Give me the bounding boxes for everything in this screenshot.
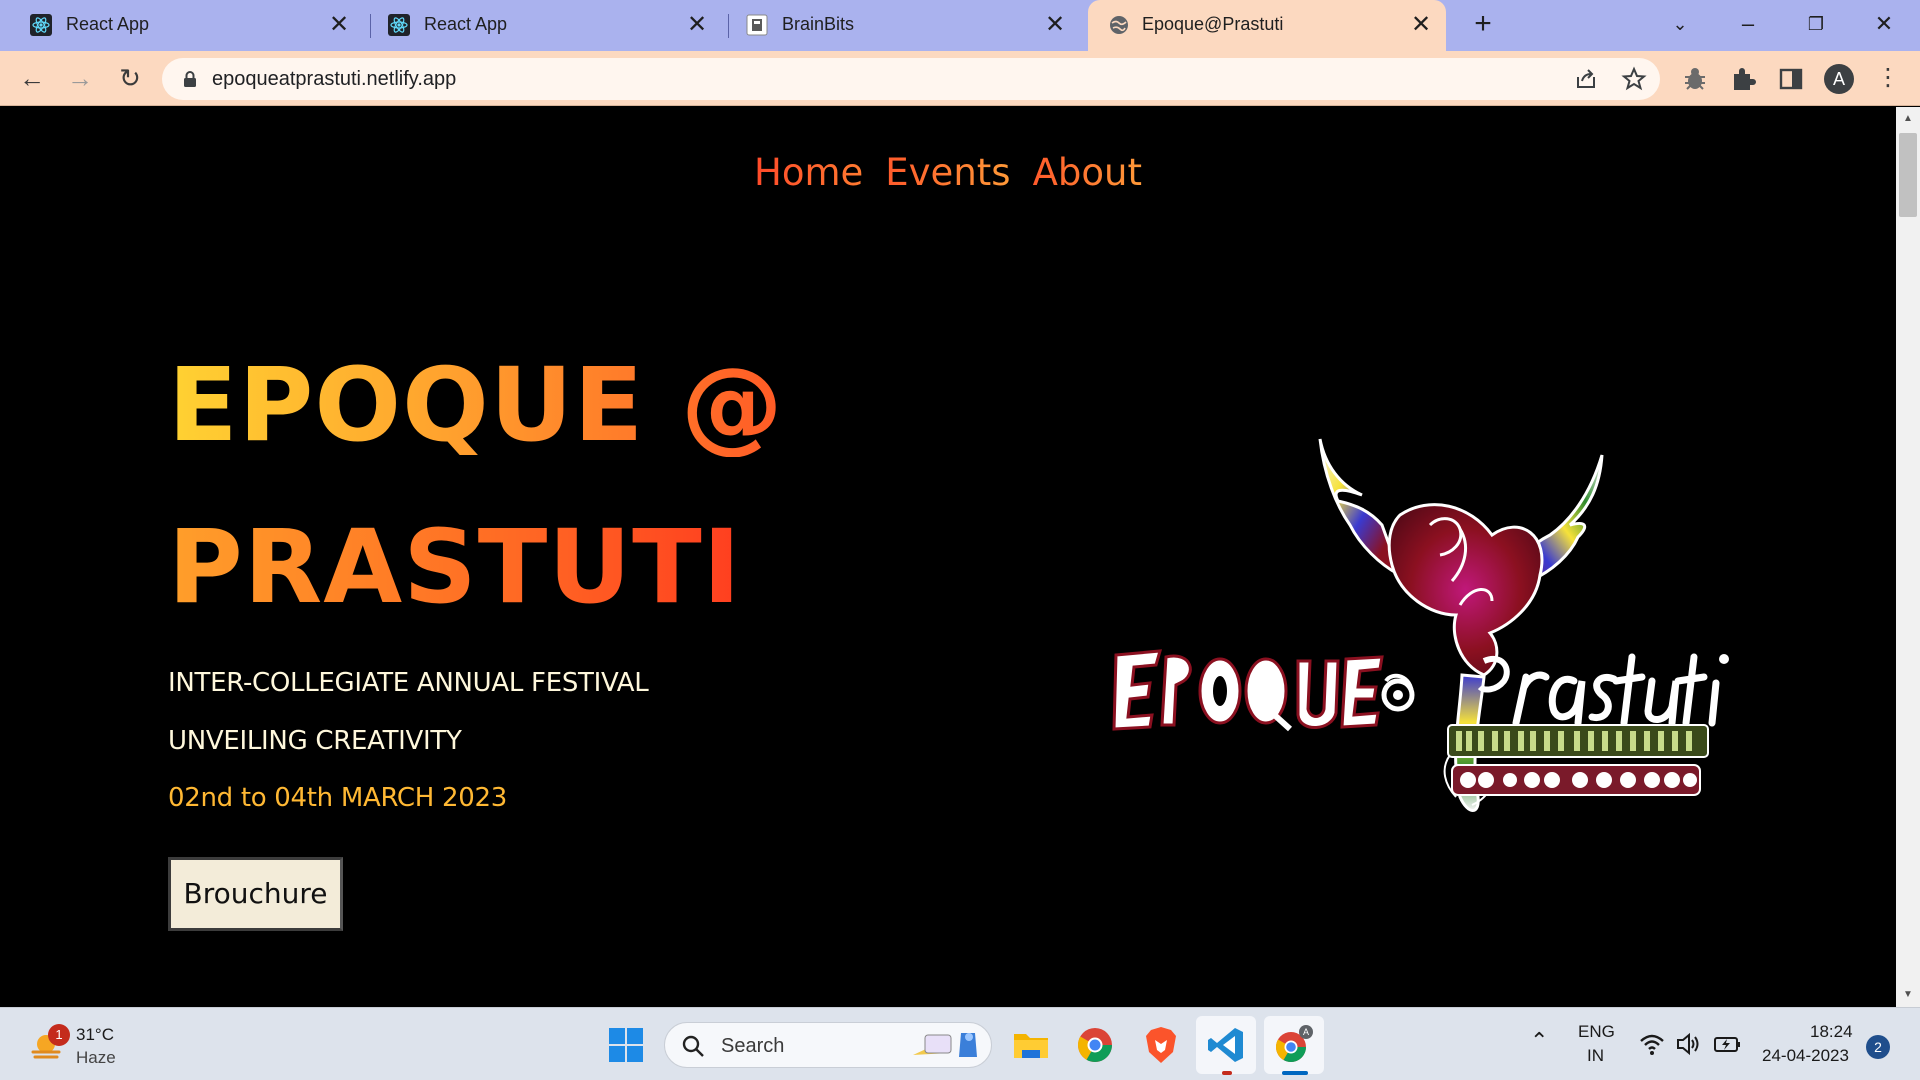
hero-title-line-1: EPOQUE @	[168, 346, 784, 465]
close-tab-icon[interactable]: ✕	[1042, 10, 1068, 40]
chrome-icon[interactable]	[1074, 1024, 1116, 1066]
tab-title: React App	[424, 14, 508, 34]
react-icon	[30, 14, 52, 36]
search-icon	[682, 1035, 704, 1057]
close-tab-icon[interactable]: ✕	[684, 10, 710, 40]
close-window-icon[interactable]: ✕	[1864, 6, 1904, 42]
nav-home-link[interactable]: Home	[754, 151, 863, 194]
close-tab-icon[interactable]: ✕	[326, 10, 352, 40]
vscode-running-indicator	[1222, 1071, 1232, 1075]
forward-icon[interactable]: →	[62, 61, 98, 97]
close-tab-icon[interactable]: ✕	[1408, 10, 1434, 40]
nav-events-link[interactable]: Events	[885, 151, 1010, 194]
site-nav: Home Events About	[0, 151, 1896, 194]
battery-charging-icon[interactable]	[1712, 1030, 1742, 1058]
start-icon[interactable]	[605, 1024, 647, 1066]
chrome-profile-icon[interactable]: A	[1272, 1024, 1314, 1066]
clock-time[interactable]: 18:24	[1810, 1022, 1853, 1042]
tab-brainbits[interactable]: BrainBits ✕	[716, 0, 1082, 51]
weather-badge: 1	[48, 1024, 70, 1046]
extensions-puzzle-icon[interactable]	[1728, 64, 1758, 94]
side-panel-icon[interactable]	[1776, 64, 1806, 94]
scroll-up-arrow-icon[interactable]: ▲	[1896, 109, 1920, 129]
profile-avatar[interactable]: A	[1824, 64, 1854, 94]
chrome-active-indicator	[1282, 1071, 1308, 1075]
page-content: Home Events About EPOQUE @ PRASTUTI INTER-…	[0, 107, 1896, 1007]
search-highlight-icon	[913, 1033, 977, 1057]
language-line-1[interactable]: ENG	[1578, 1022, 1615, 1042]
tab-title: React App	[66, 14, 150, 34]
logo-tagline-art	[1447, 724, 1709, 796]
react-icon	[388, 14, 410, 36]
lock-icon[interactable]	[180, 69, 200, 89]
restore-icon[interactable]: ❐	[1796, 6, 1836, 42]
tab-search-chevron-icon[interactable]: ⌄	[1660, 6, 1700, 42]
notification-count-badge[interactable]: 2	[1866, 1035, 1890, 1059]
new-tab-button[interactable]: +	[1466, 8, 1500, 42]
weather-temp: 31°C	[76, 1025, 114, 1044]
minimize-icon[interactable]: –	[1728, 6, 1768, 42]
tab-react-app-2[interactable]: React App ✕	[358, 0, 724, 51]
windows-taskbar: 1 31°C Haze Search A ⌃ ENG IN 18:24 24-0…	[0, 1007, 1920, 1080]
tab-epoque-prastuti[interactable]: Epoque@Prastuti ✕	[1088, 0, 1446, 51]
tray-overflow-chevron-icon[interactable]: ⌃	[1530, 1028, 1548, 1054]
nav-about-link[interactable]: About	[1033, 151, 1142, 194]
svg-text:A: A	[1303, 1027, 1309, 1037]
more-menu-icon[interactable]: ⋮	[1870, 61, 1906, 97]
share-icon[interactable]	[1572, 65, 1600, 93]
brochure-button[interactable]: Brouchure	[168, 857, 343, 931]
bug-extension-icon[interactable]	[1680, 64, 1710, 94]
festival-dates: 02nd to 04th MARCH 2023	[168, 783, 507, 813]
weather-widget[interactable]: 1 31°C Haze	[26, 1022, 166, 1068]
volume-icon[interactable]	[1674, 1030, 1702, 1058]
clock-date[interactable]: 24-04-2023	[1762, 1046, 1849, 1066]
tab-react-app-1[interactable]: React App ✕	[0, 0, 366, 51]
language-line-2[interactable]: IN	[1587, 1046, 1604, 1066]
bookmark-star-icon[interactable]	[1620, 65, 1648, 93]
back-icon[interactable]: ←	[14, 61, 50, 97]
tab-strip: React App ✕ React App ✕ BrainBits ✕ Epoq…	[0, 0, 1920, 51]
weather-condition: Haze	[76, 1048, 116, 1067]
brainbits-icon	[746, 14, 768, 36]
file-explorer-icon[interactable]	[1010, 1024, 1052, 1066]
globe-icon	[1110, 16, 1128, 34]
url-text[interactable]: epoqueatprastuti.netlify.app	[212, 68, 456, 91]
tagline: UNVEILING CREATIVITY	[168, 726, 462, 756]
tab-title: Epoque@Prastuti	[1142, 14, 1284, 34]
reload-icon[interactable]: ↻	[112, 61, 148, 97]
browser-toolbar: ← → ↻ epoqueatprastuti.netlify.app A ⋮	[0, 51, 1920, 106]
taskbar-search[interactable]: Search	[664, 1022, 992, 1068]
tab-title: BrainBits	[782, 14, 855, 34]
festival-subtitle: INTER-COLLEGIATE ANNUAL FESTIVAL	[168, 668, 649, 698]
brave-icon[interactable]	[1140, 1024, 1182, 1066]
scrollbar-thumb[interactable]	[1899, 133, 1917, 217]
epoque-prastuti-logo	[1112, 438, 1729, 812]
scroll-down-arrow-icon[interactable]: ▼	[1896, 985, 1920, 1005]
vscode-icon[interactable]	[1205, 1024, 1247, 1066]
logo-wordmark	[1112, 649, 1729, 732]
hero-title-line-2: PRASTUTI	[168, 508, 742, 627]
page-scrollbar[interactable]: ▲ ▼	[1896, 107, 1920, 1007]
search-placeholder: Search	[721, 1035, 785, 1057]
wifi-icon[interactable]	[1638, 1030, 1666, 1058]
address-bar[interactable]: epoqueatprastuti.netlify.app	[162, 58, 1660, 100]
